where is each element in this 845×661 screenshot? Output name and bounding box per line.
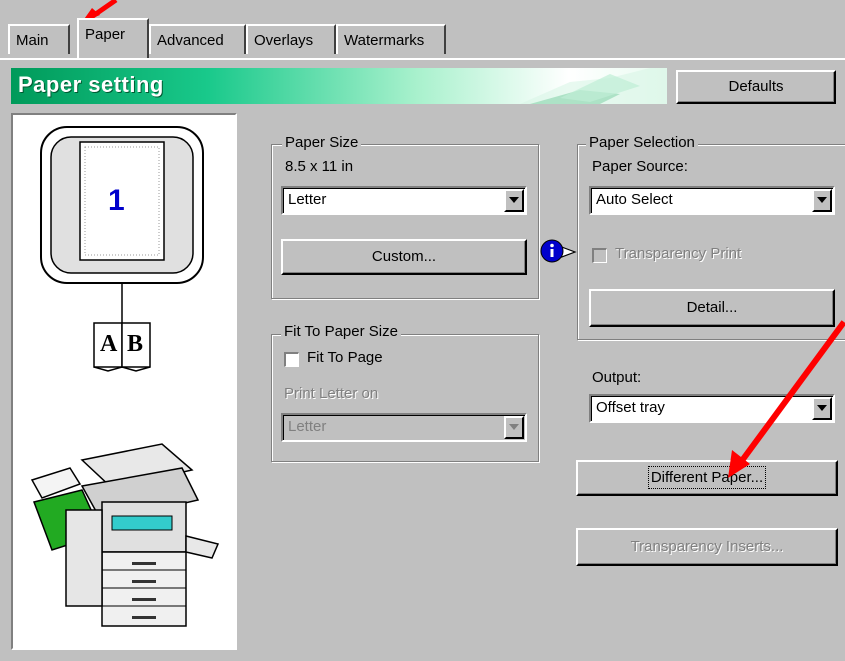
fit-to-page-label: Fit To Page — [307, 349, 383, 366]
paper-source-value: Auto Select — [596, 191, 673, 208]
tab-paper-label: Paper — [85, 26, 126, 43]
fit-to-paper-size-group-label: Fit To Paper Size — [281, 323, 401, 340]
custom-button[interactable]: Custom... — [281, 239, 527, 275]
fit-to-page-checkbox[interactable] — [284, 352, 299, 367]
output-label: Output: — [592, 369, 642, 386]
paper-selection-group-label: Paper Selection — [586, 134, 698, 151]
print-on-combo[interactable]: Letter — [281, 413, 527, 442]
copier-illustration — [30, 443, 220, 627]
detail-button-label: Detail... — [686, 299, 738, 316]
tab-main[interactable]: Main — [8, 24, 70, 54]
tab-advanced-label: Advanced — [157, 32, 224, 49]
transparency-inserts-button[interactable]: Transparency Inserts... — [576, 528, 838, 566]
info-icon[interactable] — [539, 238, 581, 266]
booklet-right-letter: B — [127, 331, 144, 357]
output-dropdown-arrow-icon[interactable] — [812, 397, 832, 420]
output-value: Offset tray — [596, 399, 665, 416]
print-on-label: Print Letter on — [284, 385, 379, 402]
output-combo[interactable]: Offset tray — [589, 394, 835, 423]
paper-size-dimensions: 8.5 x 11 in — [285, 158, 354, 175]
print-on-dropdown-arrow-icon[interactable] — [504, 416, 524, 439]
different-paper-button[interactable]: Different Paper... — [576, 460, 838, 496]
tab-watermarks[interactable]: Watermarks — [336, 24, 446, 54]
banner-decoration — [520, 68, 667, 104]
different-paper-button-label: Different Paper... — [647, 466, 767, 489]
transparency-print-label: Transparency Print — [615, 245, 742, 262]
detail-button[interactable]: Detail... — [589, 289, 835, 327]
defaults-button[interactable]: Defaults — [676, 70, 836, 104]
booklet-left-letter: A — [100, 331, 118, 357]
defaults-button-label: Defaults — [728, 78, 784, 95]
tab-watermarks-label: Watermarks — [344, 32, 425, 49]
paper-source-combo[interactable]: Auto Select — [589, 186, 835, 215]
transparency-inserts-button-label: Transparency Inserts... — [630, 538, 784, 555]
custom-button-label: Custom... — [371, 248, 437, 265]
preview-page-number: 1 — [108, 184, 125, 217]
paper-size-combo[interactable]: Letter — [281, 186, 527, 215]
paper-source-label: Paper Source: — [592, 158, 688, 175]
paper-source-dropdown-arrow-icon[interactable] — [812, 189, 832, 212]
paper-size-group-label: Paper Size — [282, 134, 362, 151]
tab-advanced[interactable]: Advanced — [149, 24, 246, 54]
paper-size-dropdown-arrow-icon[interactable] — [504, 189, 524, 212]
tab-overlays-label: Overlays — [254, 32, 314, 49]
transparency-print-checkbox[interactable] — [592, 248, 607, 263]
tab-paper[interactable]: Paper — [77, 18, 149, 58]
tab-overlays[interactable]: Overlays — [246, 24, 336, 54]
banner-title: Paper setting — [18, 72, 164, 97]
tab-main-label: Main — [16, 32, 49, 49]
paper-size-value: Letter — [288, 191, 327, 208]
print-on-value: Letter — [288, 418, 327, 435]
